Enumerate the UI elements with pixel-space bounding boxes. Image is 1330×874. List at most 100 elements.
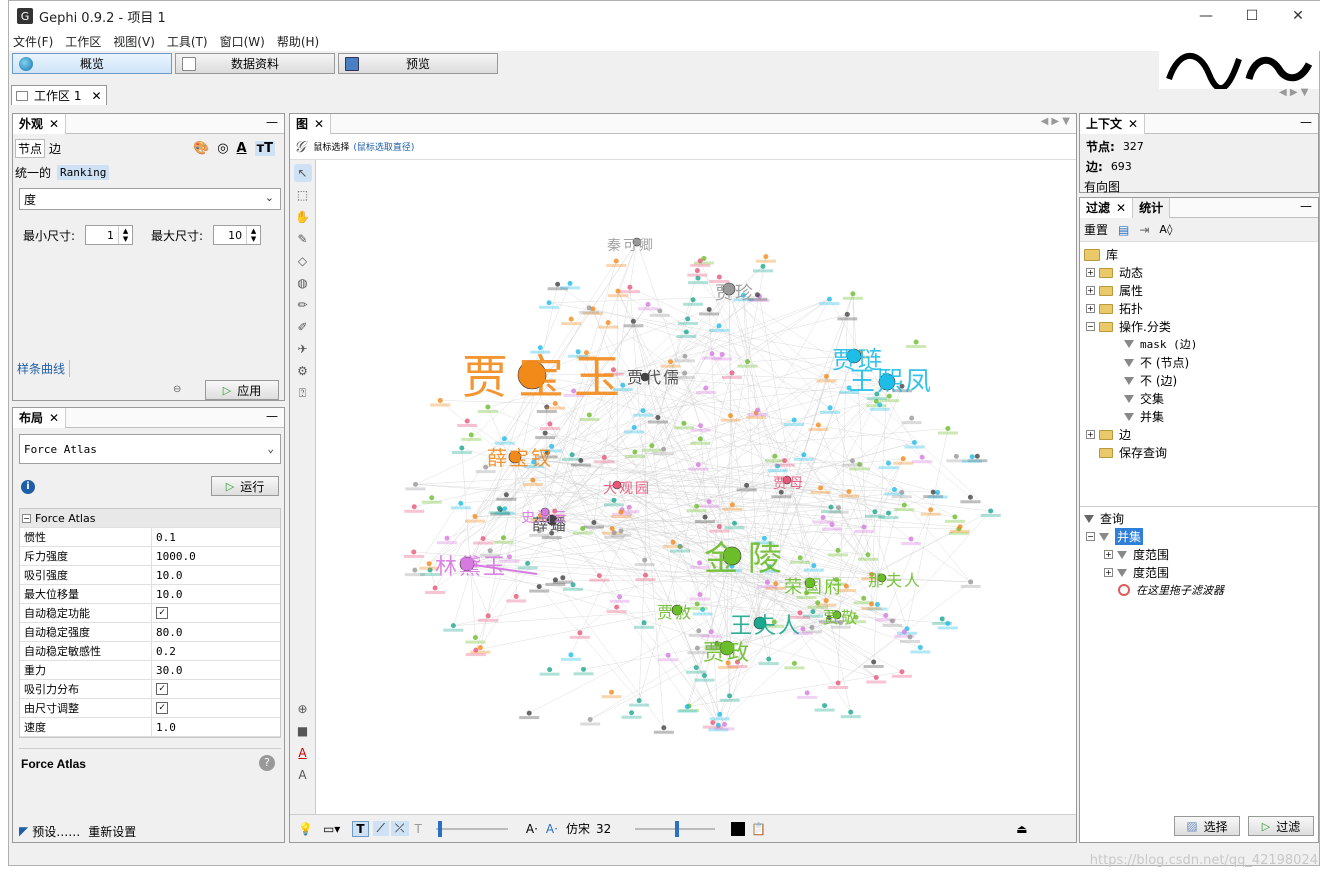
graph-minor-node[interactable] bbox=[696, 628, 702, 634]
graph-minor-node[interactable] bbox=[945, 620, 951, 626]
query-degree-range-1[interactable]: + 度范围 bbox=[1104, 546, 1169, 563]
graph-minor-node[interactable] bbox=[988, 508, 994, 514]
pencil-icon[interactable]: ✏ bbox=[294, 296, 312, 314]
graph-minor-node[interactable] bbox=[815, 422, 821, 428]
overview-mode-button[interactable]: 概览 bbox=[12, 53, 172, 74]
graph-minor-node[interactable] bbox=[567, 280, 573, 286]
label-color-swatch[interactable] bbox=[731, 821, 746, 836]
slider-thumb[interactable] bbox=[675, 820, 680, 837]
apply-button[interactable]: ▷ 应用 bbox=[205, 380, 279, 400]
graph-minor-node[interactable] bbox=[764, 579, 770, 585]
graph-minor-node[interactable] bbox=[969, 454, 975, 460]
graph-minor-node[interactable] bbox=[614, 604, 620, 610]
graph-minor-node[interactable] bbox=[698, 423, 704, 429]
graph-minor-node[interactable] bbox=[569, 452, 575, 458]
property-row[interactable]: 自动稳定敏感性 0.2 bbox=[20, 642, 280, 661]
minimize-panel-icon[interactable]: — bbox=[1300, 199, 1312, 213]
graph-minor-node[interactable] bbox=[500, 535, 506, 541]
background-color-icon[interactable]: ■ bbox=[294, 722, 312, 740]
edge-weight-slider[interactable] bbox=[435, 820, 508, 837]
property-row[interactable]: 斥力强度 1000.0 bbox=[20, 547, 280, 566]
property-row[interactable]: 惯性 0.1 bbox=[20, 528, 280, 547]
graph-minor-node[interactable] bbox=[935, 490, 941, 496]
graph-minor-node[interactable] bbox=[911, 439, 917, 445]
graph-minor-node[interactable] bbox=[547, 421, 553, 427]
graph-minor-node[interactable] bbox=[426, 561, 432, 567]
property-checkbox[interactable]: ✓ bbox=[156, 702, 168, 714]
graph-minor-node[interactable] bbox=[487, 548, 493, 554]
graph-minor-node[interactable] bbox=[823, 598, 829, 604]
graph-minor-node[interactable] bbox=[815, 600, 821, 606]
graph-minor-node[interactable] bbox=[967, 494, 973, 500]
graph-minor-node[interactable] bbox=[432, 585, 438, 591]
workspace-tab[interactable]: 工作区 1 ✕ bbox=[11, 85, 107, 105]
graph-minor-node[interactable] bbox=[613, 258, 619, 264]
statistics-tab[interactable]: 统计 bbox=[1133, 197, 1171, 218]
graph-minor-node[interactable] bbox=[695, 462, 701, 468]
graph-minor-node[interactable] bbox=[952, 514, 958, 520]
graph-minor-node[interactable] bbox=[578, 457, 584, 463]
font-decrease-icon[interactable]: A· bbox=[526, 822, 538, 836]
graph-minor-node[interactable] bbox=[682, 353, 688, 359]
graph-minor-node[interactable] bbox=[587, 716, 593, 722]
graph-minor-node[interactable] bbox=[693, 665, 699, 671]
show-labels-icon[interactable]: T bbox=[352, 820, 369, 837]
label-color-icon[interactable]: A bbox=[294, 744, 312, 762]
edges-subtab[interactable]: 边 bbox=[49, 140, 61, 157]
export-filter-icon[interactable]: ▤ bbox=[1118, 223, 1129, 237]
graph-minor-node[interactable] bbox=[690, 297, 696, 303]
query-degree-range-2[interactable]: + 度范围 bbox=[1104, 564, 1169, 581]
filters-tab[interactable]: 过滤 ✕ bbox=[1080, 197, 1134, 218]
filter-item-union[interactable]: 并集 bbox=[1124, 408, 1164, 425]
graph-minor-node[interactable] bbox=[601, 454, 607, 460]
appearance-tab[interactable]: 外观 ✕ bbox=[13, 113, 67, 134]
graph-minor-node[interactable] bbox=[716, 524, 722, 530]
menu-file[interactable]: 文件(F) bbox=[13, 33, 53, 50]
help-icon[interactable]: ? bbox=[259, 755, 275, 771]
graph-minor-node[interactable] bbox=[869, 601, 875, 607]
graph-minor-node[interactable] bbox=[861, 595, 867, 601]
graph-minor-node[interactable] bbox=[626, 504, 632, 510]
minimize-panel-icon[interactable]: — bbox=[266, 409, 278, 423]
graph-minor-node[interactable] bbox=[708, 629, 714, 635]
graph-minor-node[interactable] bbox=[536, 584, 542, 590]
graph-minor-node[interactable] bbox=[754, 292, 760, 298]
graph-minor-node[interactable] bbox=[823, 373, 829, 379]
palette-icon[interactable]: 🎨 bbox=[193, 141, 209, 156]
graph-minor-node[interactable] bbox=[843, 583, 849, 589]
save-filter-icon[interactable]: ⇥ bbox=[1139, 223, 1149, 237]
edge-toggle-icon[interactable]: ⟋ bbox=[372, 821, 389, 836]
collapse-icon[interactable]: − bbox=[22, 513, 31, 523]
graph-minor-node[interactable] bbox=[889, 618, 895, 624]
property-checkbox[interactable]: ✓ bbox=[156, 683, 168, 695]
graph-minor-node[interactable] bbox=[501, 436, 507, 442]
graph-minor-node[interactable] bbox=[901, 502, 907, 508]
graph-minor-node[interactable] bbox=[641, 620, 647, 626]
graph-minor-node[interactable] bbox=[645, 301, 651, 307]
query-union[interactable]: − 并集 bbox=[1086, 528, 1144, 545]
property-checkbox[interactable]: ✓ bbox=[156, 607, 168, 619]
property-row[interactable]: 吸引力分布 ✓ bbox=[20, 680, 280, 699]
expand-icon[interactable]: + bbox=[1086, 304, 1095, 313]
graph-minor-node[interactable] bbox=[913, 339, 919, 345]
graph-minor-node[interactable] bbox=[697, 258, 703, 264]
graph-minor-node[interactable] bbox=[928, 507, 934, 513]
graph-minor-node[interactable] bbox=[459, 445, 465, 451]
close-icon[interactable]: ✕ bbox=[49, 411, 59, 425]
graph-tab[interactable]: 图 ✕ bbox=[290, 113, 332, 134]
graph-minor-node[interactable] bbox=[820, 514, 826, 520]
graph-minor-node[interactable] bbox=[694, 645, 700, 651]
graph-minor-node[interactable] bbox=[861, 524, 867, 530]
collapse-icon[interactable]: − bbox=[1086, 532, 1095, 541]
graph-minor-node[interactable] bbox=[945, 425, 951, 431]
property-row[interactable]: 吸引强度 10.0 bbox=[20, 566, 280, 585]
properties-section-header[interactable]: − Force Atlas bbox=[20, 509, 280, 528]
expand-icon[interactable]: + bbox=[1086, 430, 1095, 439]
select-cursor-icon[interactable]: ↖ bbox=[293, 164, 312, 182]
graph-minor-node[interactable] bbox=[848, 709, 854, 715]
drop-subfilter-target[interactable]: 在这里拖子滤波器 bbox=[1118, 582, 1224, 598]
graph-minor-node[interactable] bbox=[412, 481, 418, 487]
graph-minor-node[interactable] bbox=[716, 323, 722, 329]
brush-icon[interactable]: ✎ bbox=[294, 230, 312, 248]
menu-tools[interactable]: 工具(T) bbox=[167, 33, 208, 50]
